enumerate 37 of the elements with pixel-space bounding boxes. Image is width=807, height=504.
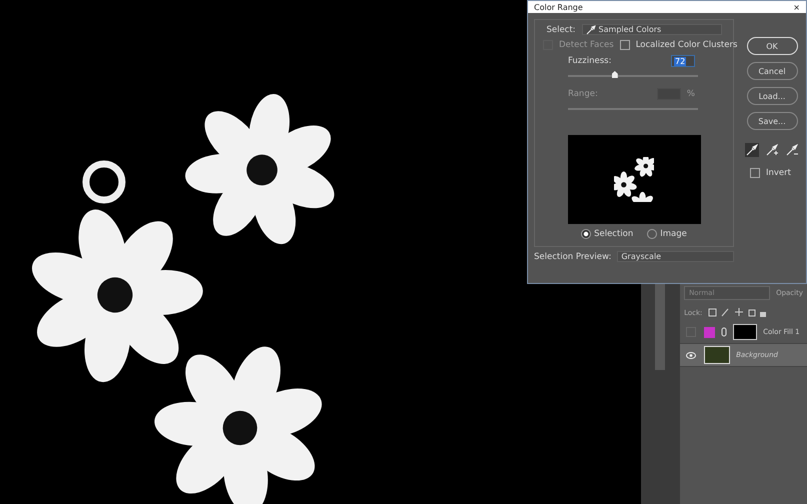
radio-button[interactable] (581, 229, 592, 239)
select-dropdown[interactable]: Sampled Colors (582, 24, 722, 35)
selection-preview-drawing (614, 157, 654, 202)
percent-label: % (686, 89, 695, 99)
invert-checkbox[interactable] (750, 168, 760, 178)
layer-mask-thumbnail (733, 324, 758, 340)
window-title: Color Range (534, 2, 583, 12)
layer-thumbnail (704, 346, 730, 364)
dialog-button[interactable]: Load... (746, 87, 798, 105)
selection-preview-dropdown[interactable]: Grayscale (617, 251, 734, 262)
checkbox[interactable] (620, 40, 630, 50)
dialog-button[interactable]: Save... (746, 112, 798, 130)
dialog-button[interactable]: Cancel (746, 62, 798, 80)
eye-icon (686, 352, 696, 358)
radio-label: Selection (594, 229, 634, 239)
checkbox-label: Localized Color Clusters (636, 40, 738, 50)
eyedropper-icon (746, 144, 758, 156)
range-label: Range: (568, 89, 598, 99)
radio-label: Image (660, 229, 687, 239)
eyedropper-tool[interactable] (765, 143, 779, 157)
lock-icons-drawing[interactable] (708, 308, 768, 317)
dialog-button[interactable]: OK (746, 37, 798, 55)
eyedropper-icon (786, 144, 798, 156)
invert-label: Invert (766, 168, 791, 178)
slider-thumb[interactable] (612, 71, 618, 78)
fuzziness-field[interactable]: 72 (671, 55, 695, 67)
eyedropper-tool[interactable] (745, 143, 759, 157)
link-icon (721, 327, 728, 337)
eyedropper-icon (586, 24, 596, 34)
select-label: Select: (546, 24, 576, 34)
selection-preview-label: Selection Preview: (534, 252, 612, 262)
eyedropper-tool[interactable] (785, 143, 799, 157)
eyedropper-icon (766, 144, 778, 156)
radio-button[interactable] (647, 229, 658, 239)
fuzziness-label: Fuzziness: (568, 56, 612, 66)
checkbox-label: Detect Faces (559, 40, 614, 50)
close-button[interactable]: × (793, 2, 800, 12)
